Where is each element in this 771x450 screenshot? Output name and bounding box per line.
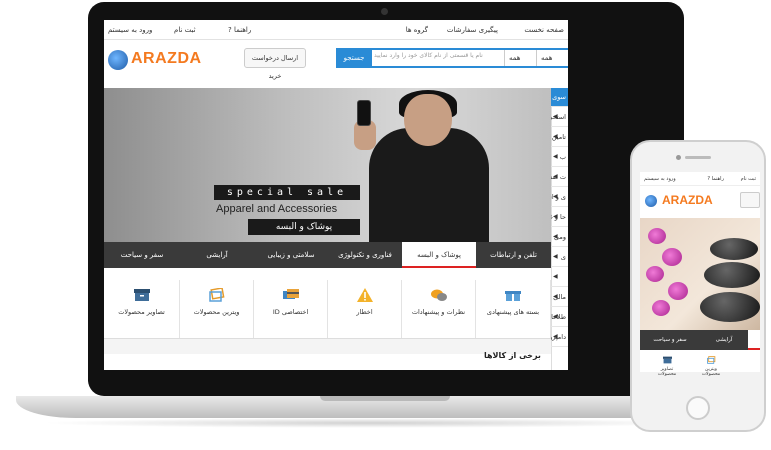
sidebar-item-label: ی	[560, 253, 566, 261]
webcam-icon	[381, 8, 388, 15]
tab-technology[interactable]: فناوری و تکنولوژی	[328, 242, 402, 268]
login-link[interactable]: ورود به سیستم	[108, 26, 152, 34]
apparel-heading: Apparel and Accessories	[216, 203, 338, 215]
sidebar-item[interactable]: سوی اصلی	[551, 88, 568, 107]
tab-cosmetics[interactable]: آرایشی	[180, 242, 254, 268]
sidebar-item[interactable]: ◀دامپروری	[551, 328, 568, 347]
phone-home-button[interactable]	[686, 396, 710, 420]
phone-request-button[interactable]	[740, 192, 760, 208]
apparel-persian-label: پوشاک و البسه	[248, 219, 360, 235]
feature-offer-packages[interactable]: بسته های پیشنهادی	[476, 280, 551, 338]
sidebar-item[interactable]: ◀ی و انبارداری	[551, 188, 568, 207]
orchid-flower	[662, 248, 682, 266]
search-input[interactable]: نام یا قسمتی از نام کالای خود را وارد نم…	[374, 52, 483, 59]
feature-comments[interactable]: نظرات و پیشنهادات	[402, 280, 476, 338]
nav-track-orders[interactable]: پیگیری سفارشات	[447, 26, 498, 34]
sidebar-item[interactable]: ◀مالی و بیمه	[551, 288, 568, 307]
phone-hero-banner[interactable]	[640, 218, 760, 330]
phone-tab-travel[interactable]: سفر و سیاحت	[640, 330, 700, 350]
phone-site-logo[interactable]: ARAZDA	[662, 193, 713, 207]
section-title: برخی از کالاها	[484, 351, 541, 360]
spa-stone	[704, 262, 760, 288]
nav-home[interactable]: صفحه نخست	[524, 26, 564, 34]
sidebar-item[interactable]: ◀حا و غذا	[551, 208, 568, 227]
orchid-flower	[648, 228, 666, 244]
tab-health-beauty[interactable]: سلامتی و زیبایی	[254, 242, 328, 268]
sidebar-item-label: طلاعات و ارتباطات	[551, 313, 566, 321]
chevron-left-icon: ◀	[553, 253, 558, 260]
phone-login-link[interactable]: ورود به سیستم	[644, 176, 676, 182]
sidebar-item-label: دامپروری	[551, 333, 566, 341]
chevron-left-icon: ◀	[553, 273, 558, 280]
showcase-icon	[208, 288, 224, 302]
help-link[interactable]: ? راهنما	[228, 26, 251, 34]
sidebar-item-label: استخراج معدن	[551, 113, 566, 121]
archive-icon	[662, 356, 672, 364]
id-card-icon	[282, 289, 299, 299]
sidebar-item[interactable]: ◀استخراج معدن	[551, 108, 568, 127]
model-head	[404, 94, 452, 146]
sidebar-item-label: ب	[559, 153, 566, 161]
orchid-flower	[646, 266, 664, 282]
phone-camera-icon	[676, 155, 681, 160]
sidebar-item[interactable]: ◀ ب	[551, 148, 568, 167]
sidebar-item-label: حا و غذا	[551, 213, 566, 221]
tab-telecom[interactable]: تلفن و ارتباطات	[476, 242, 551, 268]
sidebar-item-label: تامین برق، گاز، بخار و تهویه هوا	[551, 133, 566, 141]
tab-apparel[interactable]: پوشاک و البسه	[402, 242, 476, 268]
feature-exclusive-id[interactable]: ID اختصاصی	[254, 280, 328, 338]
sidebar-item[interactable]: ◀ ی	[551, 248, 568, 267]
sidebar-item-label: ت صنعتی	[551, 173, 566, 181]
orchid-flower	[652, 300, 670, 316]
category-select[interactable]: همه	[504, 50, 534, 66]
laptop-notch	[320, 396, 450, 401]
warning-icon	[356, 288, 373, 302]
gift-icon	[505, 291, 521, 301]
sidebar-item[interactable]: ◀تامین برق، گاز، بخار و تهویه هوا	[551, 128, 568, 147]
phone-globe-logo-icon	[645, 195, 657, 207]
nav-groups[interactable]: گروه ها	[406, 26, 428, 34]
feature-product-images[interactable]: تصاویر محصولات	[104, 280, 180, 338]
feature-warning[interactable]: اخطار	[328, 280, 402, 338]
phone-speaker	[685, 156, 711, 159]
sidebar-item-label: ومی	[553, 233, 566, 241]
top-bar: صفحه نخست پیگیری سفارشات گروه ها ? راهنم…	[104, 20, 568, 40]
archive-icon	[133, 289, 150, 301]
orchid-flower	[668, 282, 688, 300]
feature-showcase[interactable]: ویترین محصولات	[180, 280, 254, 338]
chevron-left-icon: ◀	[553, 153, 558, 160]
showcase-icon	[706, 356, 715, 364]
sidebar-item-label: مالی و بیمه	[551, 293, 566, 301]
spa-stone	[710, 238, 758, 260]
globe-logo-icon	[108, 50, 128, 70]
site-logo[interactable]: ARAZDA	[131, 50, 202, 68]
special-sale-label: special sale	[214, 185, 360, 200]
phone-feature-product-images[interactable]: تصاویر محصولات	[652, 356, 682, 377]
phone-top-bar: ثبت نام ورود به سیستم ? راهنما	[640, 172, 760, 186]
purchase-request-button[interactable]: ارسال درخواست خرید	[244, 48, 306, 80]
spa-stone	[700, 292, 760, 322]
tab-travel[interactable]: سفر و سیاحت	[104, 242, 180, 268]
phone-feature-showcase[interactable]: ویترین محصولات	[696, 356, 726, 377]
phone-tab-cosmetics[interactable]: آرایشی	[700, 330, 748, 350]
chat-icon	[430, 289, 447, 301]
laptop-screen: صفحه نخست پیگیری سفارشات گروه ها ? راهنم…	[104, 20, 568, 370]
group-select[interactable]: همه	[536, 50, 568, 66]
sidebar-item[interactable]: ◀طلاعات و ارتباطات	[551, 308, 568, 327]
sidebar-item[interactable]: ◀	[551, 268, 568, 287]
phone-register-link[interactable]: ثبت نام	[741, 176, 756, 182]
search-button[interactable]: جستجو	[336, 48, 372, 68]
sidebar-item-label: ی و انبارداری	[551, 193, 566, 201]
register-link[interactable]: ثبت نام	[174, 26, 196, 34]
sidebar-item[interactable]: ◀ت صنعتی	[551, 168, 568, 187]
laptop-shadow	[40, 418, 700, 428]
phone-in-hand-icon	[357, 100, 371, 126]
phone-help-link[interactable]: ? راهنما	[707, 176, 724, 182]
phone-tab-active[interactable]	[748, 330, 760, 350]
sidebar-item[interactable]: ◀ ومی	[551, 228, 568, 247]
